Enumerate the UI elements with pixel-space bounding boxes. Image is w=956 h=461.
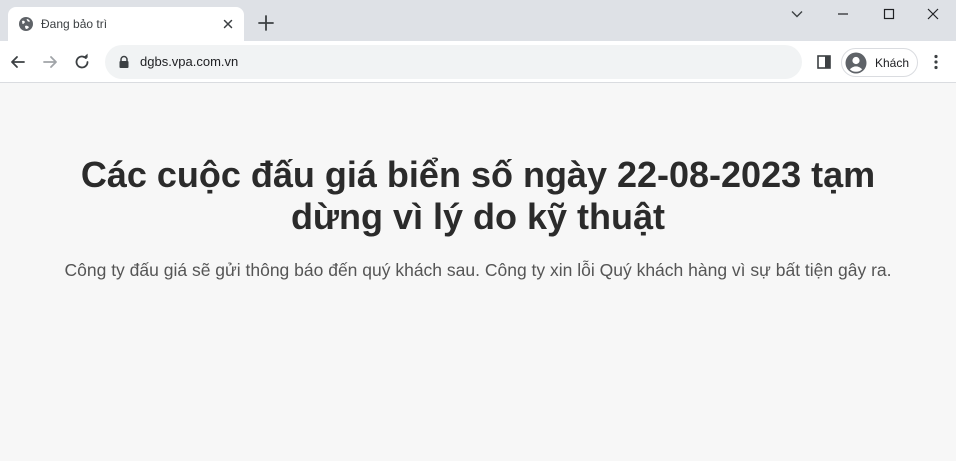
tab-strip: Đang bảo trì bbox=[0, 0, 956, 41]
new-tab-icon[interactable] bbox=[256, 13, 276, 33]
arrow-right-icon bbox=[43, 56, 57, 68]
reload-button[interactable] bbox=[69, 49, 95, 75]
reload-icon bbox=[75, 53, 89, 69]
tab-title: Đang bảo trì bbox=[41, 17, 108, 31]
lock-icon[interactable] bbox=[117, 55, 131, 69]
close-tab-icon[interactable] bbox=[220, 16, 236, 32]
maximize-button[interactable] bbox=[866, 0, 912, 28]
browser-toolbar: dgbs.vpa.com.vn Khách bbox=[0, 41, 956, 83]
close-icon bbox=[927, 8, 939, 20]
url-text[interactable]: dgbs.vpa.com.vn bbox=[140, 54, 238, 69]
page-content: Các cuộc đấu giá biển số ngày 22-08-2023… bbox=[0, 84, 956, 461]
page-title: Các cuộc đấu giá biển số ngày 22-08-2023… bbox=[80, 154, 876, 237]
close-window-button[interactable] bbox=[910, 0, 956, 28]
back-button[interactable] bbox=[5, 49, 31, 75]
maximize-icon bbox=[883, 8, 895, 20]
avatar-icon bbox=[845, 52, 867, 74]
maintenance-message: Công ty đấu giá sẽ gửi thông báo đến quý… bbox=[64, 260, 892, 280]
side-panel-icon[interactable] bbox=[814, 52, 834, 72]
arrow-left-icon bbox=[11, 56, 25, 68]
profile-button[interactable]: Khách bbox=[841, 48, 918, 77]
minimize-button[interactable] bbox=[820, 0, 866, 28]
address-bar[interactable]: dgbs.vpa.com.vn bbox=[105, 45, 802, 79]
globe-icon bbox=[19, 17, 33, 31]
tab-search-button[interactable] bbox=[774, 0, 820, 28]
more-vert-icon[interactable] bbox=[926, 52, 946, 72]
minimize-icon bbox=[838, 13, 848, 15]
chevron-down-icon bbox=[791, 11, 803, 18]
tab-active[interactable]: Đang bảo trì bbox=[8, 7, 244, 41]
profile-label: Khách bbox=[875, 56, 910, 70]
forward-button[interactable] bbox=[37, 49, 63, 75]
